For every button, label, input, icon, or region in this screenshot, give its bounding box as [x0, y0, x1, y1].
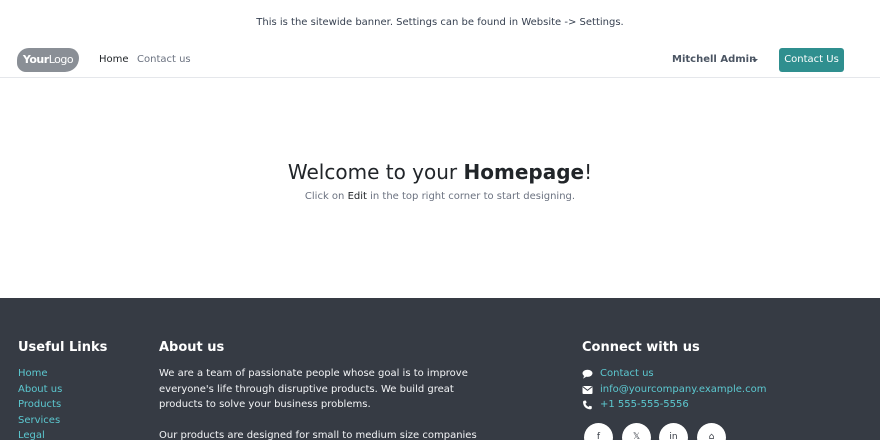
connect-contact-us[interactable]: Contact us: [582, 366, 766, 382]
connect-phone[interactable]: +1 555-555-5556: [582, 397, 766, 413]
sub-post: in the top right corner to start designi…: [366, 191, 576, 202]
navbar: YourLogo Home Contact us Mitchell Admin …: [0, 46, 880, 78]
logo-light: Logo: [48, 53, 74, 66]
footer-link-home[interactable]: Home: [18, 366, 62, 382]
envelope-icon: [582, 385, 593, 395]
page-title: Welcome to your Homepage!: [0, 159, 880, 185]
useful-links-heading: Useful Links: [18, 340, 108, 355]
connect-list: Contact us info@yourcompany.example.com …: [582, 366, 766, 413]
nav-link-contact[interactable]: Contact us: [137, 53, 191, 67]
sitewide-banner: This is the sitewide banner. Settings ca…: [0, 0, 880, 46]
comment-icon: [582, 369, 593, 379]
title-post: !: [584, 160, 593, 184]
footer-link-about[interactable]: About us: [18, 382, 62, 398]
facebook-icon[interactable]: f: [584, 423, 613, 440]
about-heading: About us: [159, 340, 225, 355]
site-logo[interactable]: YourLogo: [17, 48, 79, 72]
x-icon[interactable]: 𝕏: [622, 423, 651, 440]
logo-bold: Your: [22, 53, 49, 66]
user-menu[interactable]: Mitchell Admin: [672, 53, 756, 67]
footer-link-services[interactable]: Services: [18, 413, 62, 429]
page-subtitle: Click on Edit in the top right corner to…: [0, 190, 880, 204]
title-pre: Welcome to your: [287, 160, 464, 184]
sub-edit: Edit: [347, 191, 367, 202]
useful-links-list: Home About us Products Services Legal: [18, 366, 62, 440]
connect-email[interactable]: info@yourcompany.example.com: [582, 382, 766, 398]
connect-contact-label: Contact us: [600, 368, 654, 379]
footer-link-legal[interactable]: Legal: [18, 428, 62, 440]
about-paragraph-1: We are a team of passionate people whose…: [159, 368, 468, 410]
nav-link-home[interactable]: Home: [99, 53, 129, 67]
sub-pre: Click on: [304, 191, 348, 202]
banner-text: This is the sitewide banner. Settings ca…: [256, 17, 624, 28]
footer-link-products[interactable]: Products: [18, 397, 62, 413]
title-bold: Homepage: [463, 160, 585, 184]
connect-email-label: info@yourcompany.example.com: [600, 383, 767, 395]
chevron-down-icon[interactable]: [752, 59, 758, 62]
home-icon[interactable]: ⌂: [697, 423, 726, 440]
about-paragraph-2: Our products are designed for small to m…: [159, 429, 477, 440]
about-text: We are a team of passionate people whose…: [159, 366, 499, 440]
linkedin-icon[interactable]: in: [659, 423, 688, 440]
phone-icon: [582, 400, 593, 410]
footer: Useful Links Home About us Products Serv…: [0, 298, 880, 440]
connect-phone-label: +1 555-555-5556: [600, 399, 689, 410]
contact-us-button[interactable]: Contact Us: [779, 48, 844, 72]
connect-heading: Connect with us: [582, 340, 700, 355]
